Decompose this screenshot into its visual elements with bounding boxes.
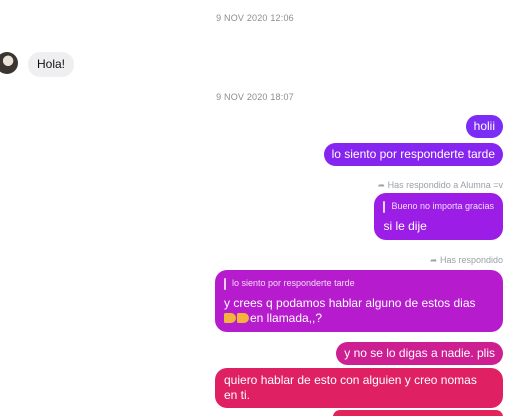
message-holii[interactable]: holii [465, 115, 503, 138]
pointing-hand-icon [224, 313, 236, 323]
timestamp-2: 9 NOV 2020 18:07 [216, 92, 294, 102]
reply-quote-2: lo siento por responderte tarde [224, 276, 494, 291]
contact-avatar[interactable] [0, 52, 18, 74]
reply-meta-1: ➦ Has respondido a Alumna =v [377, 180, 503, 190]
reply-meta-2: ➦ Has respondido [430, 255, 503, 265]
message-quiero-hablar[interactable]: quiero hablar de esto con alguien y creo… [215, 368, 503, 408]
reply-message-2[interactable]: lo siento por responderte tarde y crees … [215, 270, 503, 332]
reply-message-1[interactable]: Bueno no importa gracias si le dije [374, 193, 503, 240]
reply-arrow-icon: ➦ [377, 181, 385, 190]
timestamp-1: 9 NOV 2020 12:06 [216, 13, 294, 23]
reply-quote-1: Bueno no importa gracias [383, 199, 494, 214]
message-no-se-lo-digas[interactable]: y no se lo digas a nadie. plis [336, 342, 503, 365]
message-lo-siento[interactable]: lo siento por responderte tarde [323, 143, 503, 166]
reply-arrow-icon: ➦ [430, 256, 437, 265]
incoming-message[interactable]: Hola! [28, 52, 75, 77]
message-partial[interactable] [333, 410, 503, 416]
incoming-message-text: Hola! [37, 57, 66, 71]
pointing-hand-icon [237, 313, 249, 323]
